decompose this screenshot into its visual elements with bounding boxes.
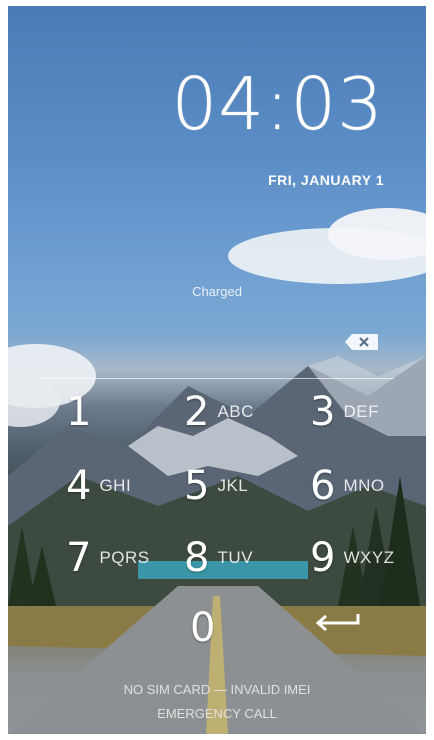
key-8-digit: 8 — [184, 535, 210, 581]
key-0[interactable]: 0 — [190, 598, 215, 658]
key-6-digit: 6 — [310, 463, 336, 509]
key-4-digit: 4 — [66, 463, 92, 509]
backspace-icon — [345, 334, 378, 350]
key-7[interactable]: 7 PQRS — [66, 528, 150, 588]
key-5-digit: 5 — [184, 463, 210, 509]
emergency-call-button[interactable]: EMERGENCY CALL — [8, 706, 426, 721]
key-5[interactable]: 5 JKL — [184, 456, 248, 516]
key-1[interactable]: 1 — [66, 382, 91, 442]
key-5-letters: JKL — [217, 476, 249, 495]
sim-status: NO SIM CARD — INVALID IMEI — [123, 682, 311, 697]
key-3-digit: 3 — [310, 389, 336, 435]
battery-status: Charged — [192, 284, 242, 299]
key-2-digit: 2 — [184, 389, 210, 435]
key-4-letters: GHI — [99, 476, 132, 495]
enter-button[interactable] — [312, 609, 362, 635]
key-9[interactable]: 9 WXYZ — [310, 528, 395, 588]
key-8-letters: TUV — [217, 548, 253, 567]
key-7-digit: 7 — [66, 535, 92, 581]
key-4[interactable]: 4 GHI — [66, 456, 131, 516]
key-9-letters: WXYZ — [343, 548, 395, 567]
key-2[interactable]: 2 ABC — [184, 382, 254, 442]
key-0-digit: 0 — [190, 605, 216, 651]
clock-date: FRI, JANUARY 1 — [268, 172, 384, 188]
key-8[interactable]: 8 TUV — [184, 528, 253, 588]
key-6-letters: MNO — [343, 476, 385, 495]
clock-time: 04:03 — [171, 62, 384, 146]
key-1-digit: 1 — [66, 389, 92, 435]
key-2-letters: ABC — [217, 402, 254, 421]
key-7-letters: PQRS — [99, 548, 150, 567]
key-3[interactable]: 3 DEF — [310, 382, 379, 442]
key-9-digit: 9 — [310, 535, 336, 581]
key-6[interactable]: 6 MNO — [310, 456, 385, 516]
key-3-letters: DEF — [343, 402, 379, 421]
enter-icon — [315, 614, 360, 632]
pin-entry-field[interactable] — [40, 378, 394, 379]
backspace-button[interactable] — [344, 332, 380, 352]
lock-screen: 04:03 FRI, JANUARY 1 Charged 1 2 ABC 3 D… — [8, 6, 426, 734]
